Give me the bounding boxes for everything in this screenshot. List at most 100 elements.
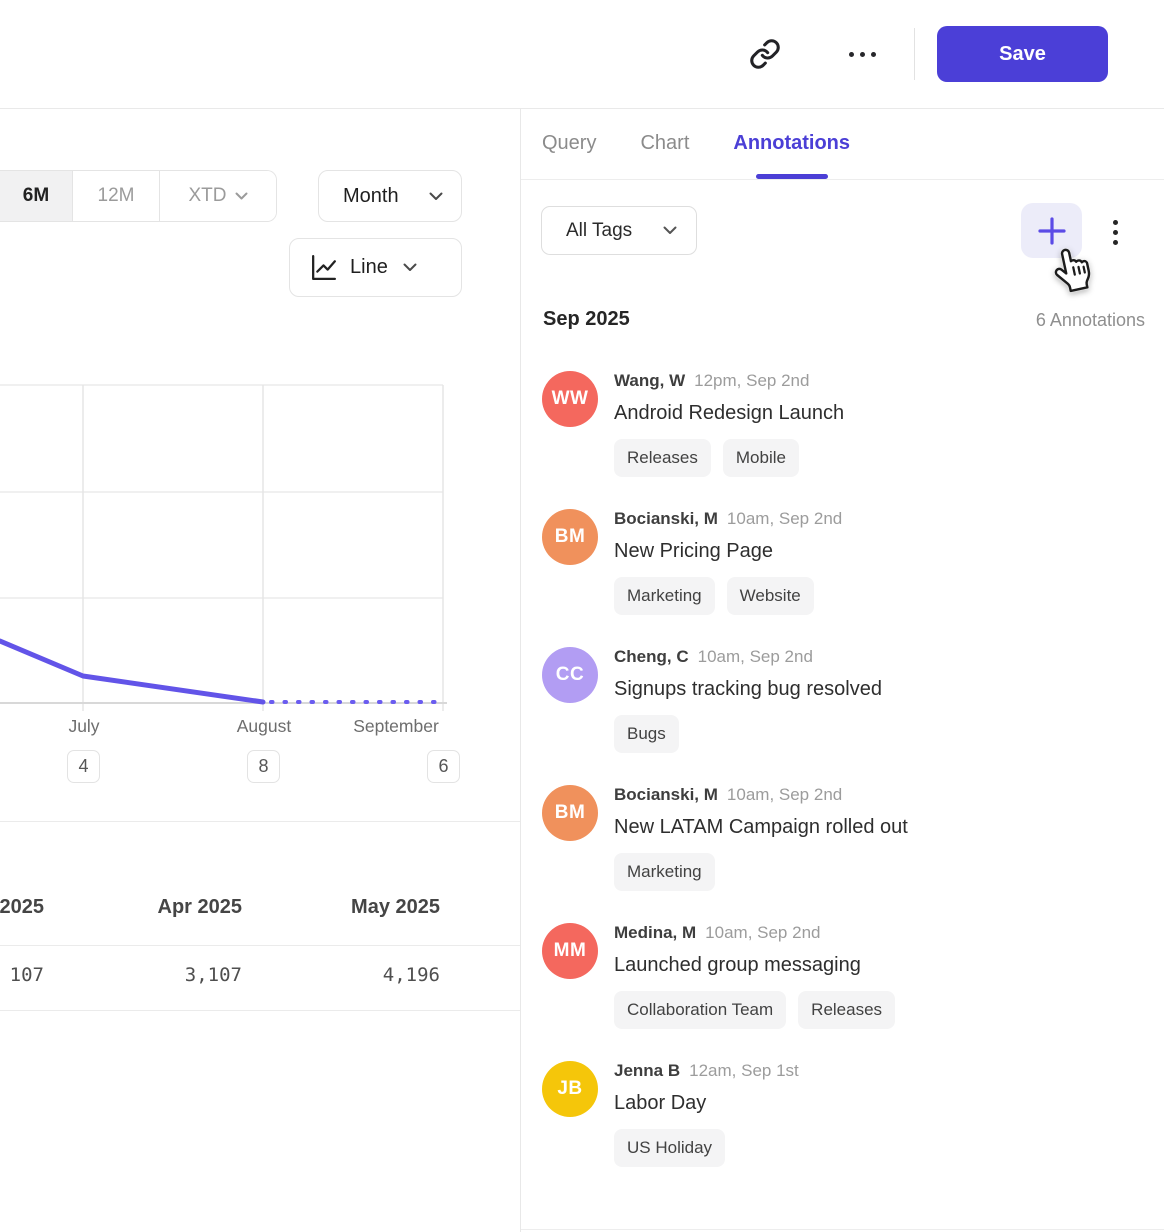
line-chart-icon bbox=[308, 252, 339, 283]
copy-link-button[interactable] bbox=[746, 36, 784, 72]
avatar: WW bbox=[542, 371, 598, 427]
avatar: CC bbox=[542, 647, 598, 703]
add-annotation-button[interactable] bbox=[1021, 203, 1082, 258]
tag-pill[interactable]: Marketing bbox=[614, 853, 715, 891]
annotation-body: Bocianski, M 10am, Sep 2nd New LATAM Camp… bbox=[614, 785, 908, 891]
range-xtd-label: XTD bbox=[189, 185, 227, 207]
all-tags-dropdown[interactable]: All Tags bbox=[541, 206, 697, 255]
annotation-time: 10am, Sep 2nd bbox=[727, 509, 842, 529]
tag-pill[interactable]: Mobile bbox=[723, 439, 799, 477]
annotation-title: New Pricing Page bbox=[614, 534, 842, 569]
annotations-list: WW Wang, W 12pm, Sep 2nd Android Redesign… bbox=[542, 371, 1148, 1199]
range-6m-button[interactable]: 6M bbox=[0, 171, 73, 221]
annotation-tags: Marketing bbox=[614, 853, 908, 891]
annotation-author: Medina, M bbox=[614, 923, 696, 943]
annotation-title: Launched group messaging bbox=[614, 948, 895, 983]
annotation-body: Wang, W 12pm, Sep 2nd Android Redesign La… bbox=[614, 371, 844, 477]
granularity-dropdown[interactable]: Month bbox=[318, 170, 462, 222]
annotation-item[interactable]: WW Wang, W 12pm, Sep 2nd Android Redesign… bbox=[542, 371, 1148, 477]
annotation-tags: Bugs bbox=[614, 715, 882, 753]
panel-divider bbox=[520, 108, 521, 1232]
table-cell-value: 4,196 bbox=[270, 964, 440, 986]
more-options-button[interactable] bbox=[842, 40, 882, 68]
table-column-header: May 2025 bbox=[270, 896, 440, 919]
tag-pill[interactable]: Releases bbox=[614, 439, 711, 477]
table-border bbox=[0, 1010, 520, 1011]
x-axis-label: August bbox=[204, 716, 324, 737]
annotation-time: 10am, Sep 2nd bbox=[705, 923, 820, 943]
annotation-item[interactable]: CC Cheng, C 10am, Sep 2nd Signups trackin… bbox=[542, 647, 1148, 753]
annotation-body: Cheng, C 10am, Sep 2nd Signups tracking b… bbox=[614, 647, 882, 753]
annotation-author: Jenna B bbox=[614, 1061, 680, 1081]
annotations-count: 6 Annotations bbox=[1036, 310, 1145, 331]
tag-pill[interactable]: Collaboration Team bbox=[614, 991, 786, 1029]
annotation-time: 10am, Sep 2nd bbox=[727, 785, 842, 805]
chevron-down-icon bbox=[429, 192, 443, 201]
annotation-title: Labor Day bbox=[614, 1086, 799, 1121]
annotation-item[interactable]: BM Bocianski, M 10am, Sep 2nd New LATAM C… bbox=[542, 785, 1148, 891]
kebab-icon bbox=[1113, 220, 1118, 225]
x-axis-label: September bbox=[336, 716, 456, 737]
annotation-author: Bocianski, M bbox=[614, 785, 718, 805]
annotation-count-badge[interactable]: 4 bbox=[67, 750, 100, 783]
annotation-body: Jenna B 12am, Sep 1st Labor Day US Holida… bbox=[614, 1061, 799, 1167]
annotation-count-badge[interactable]: 6 bbox=[427, 750, 460, 783]
annotation-count-badge[interactable]: 8 bbox=[247, 750, 280, 783]
annotation-time: 10am, Sep 2nd bbox=[698, 647, 813, 667]
tab-annotations[interactable]: Annotations bbox=[733, 108, 850, 179]
table-column-header: Apr 2025 bbox=[72, 896, 242, 919]
granularity-label: Month bbox=[343, 185, 399, 208]
annotation-tags: Marketing Website bbox=[614, 577, 842, 615]
avatar: MM bbox=[542, 923, 598, 979]
table-border bbox=[0, 821, 520, 822]
plus-icon bbox=[1038, 217, 1066, 245]
annotation-title: Android Redesign Launch bbox=[614, 396, 844, 431]
chart-type-dropdown[interactable]: Line bbox=[289, 238, 462, 297]
save-button[interactable]: Save bbox=[937, 26, 1108, 82]
chevron-down-icon bbox=[663, 226, 677, 235]
annotation-title: New LATAM Campaign rolled out bbox=[614, 810, 908, 845]
app-window: Save Query Chart Annotations All Tags Se… bbox=[0, 0, 1164, 1232]
annotation-tags: Releases Mobile bbox=[614, 439, 844, 477]
annotations-menu-button[interactable] bbox=[1104, 212, 1126, 252]
annotation-title: Signups tracking bug resolved bbox=[614, 672, 882, 707]
tab-query[interactable]: Query bbox=[542, 108, 596, 179]
annotation-author: Bocianski, M bbox=[614, 509, 718, 529]
table-border bbox=[0, 945, 520, 946]
panel-bottom-border bbox=[521, 1229, 1164, 1230]
range-12m-button[interactable]: 12M bbox=[73, 171, 160, 221]
date-range-segmented-control: 6M 12M XTD bbox=[0, 170, 277, 222]
trend-line-chart[interactable] bbox=[0, 375, 520, 720]
annotation-time: 12pm, Sep 2nd bbox=[694, 371, 809, 391]
table-cell-value: 3,107 bbox=[72, 964, 242, 986]
topbar-divider bbox=[914, 28, 915, 80]
range-xtd-button[interactable]: XTD bbox=[160, 171, 276, 221]
annotation-body: Medina, M 10am, Sep 2nd Launched group me… bbox=[614, 923, 895, 1029]
annotation-tags: Collaboration Team Releases bbox=[614, 991, 895, 1029]
annotation-author: Wang, W bbox=[614, 371, 685, 391]
tag-pill[interactable]: US Holiday bbox=[614, 1129, 725, 1167]
all-tags-label: All Tags bbox=[566, 220, 632, 242]
annotations-month-header: Sep 2025 bbox=[543, 308, 630, 331]
tab-chart[interactable]: Chart bbox=[640, 108, 689, 179]
avatar: BM bbox=[542, 785, 598, 841]
panel-tab-bar: Query Chart Annotations bbox=[542, 108, 850, 179]
annotation-tags: US Holiday bbox=[614, 1129, 799, 1167]
tag-pill[interactable]: Website bbox=[727, 577, 814, 615]
annotation-body: Bocianski, M 10am, Sep 2nd New Pricing Pa… bbox=[614, 509, 842, 615]
tag-pill[interactable]: Marketing bbox=[614, 577, 715, 615]
table-cell-value: 107 bbox=[0, 964, 44, 986]
tab-bar-border bbox=[521, 179, 1164, 180]
ellipsis-icon bbox=[849, 52, 854, 57]
tag-pill[interactable]: Bugs bbox=[614, 715, 679, 753]
annotation-item[interactable]: JB Jenna B 12am, Sep 1st Labor Day US Hol… bbox=[542, 1061, 1148, 1167]
tag-pill[interactable]: Releases bbox=[798, 991, 895, 1029]
link-icon bbox=[749, 38, 781, 70]
annotation-item[interactable]: MM Medina, M 10am, Sep 2nd Launched group… bbox=[542, 923, 1148, 1029]
annotation-time: 12am, Sep 1st bbox=[689, 1061, 799, 1081]
avatar: JB bbox=[542, 1061, 598, 1117]
chevron-down-icon bbox=[403, 263, 417, 272]
chevron-down-icon bbox=[235, 192, 248, 200]
annotation-item[interactable]: BM Bocianski, M10am, Sep 2nd New Pricing… bbox=[542, 509, 1148, 615]
annotation-author: Cheng, C bbox=[614, 647, 689, 667]
